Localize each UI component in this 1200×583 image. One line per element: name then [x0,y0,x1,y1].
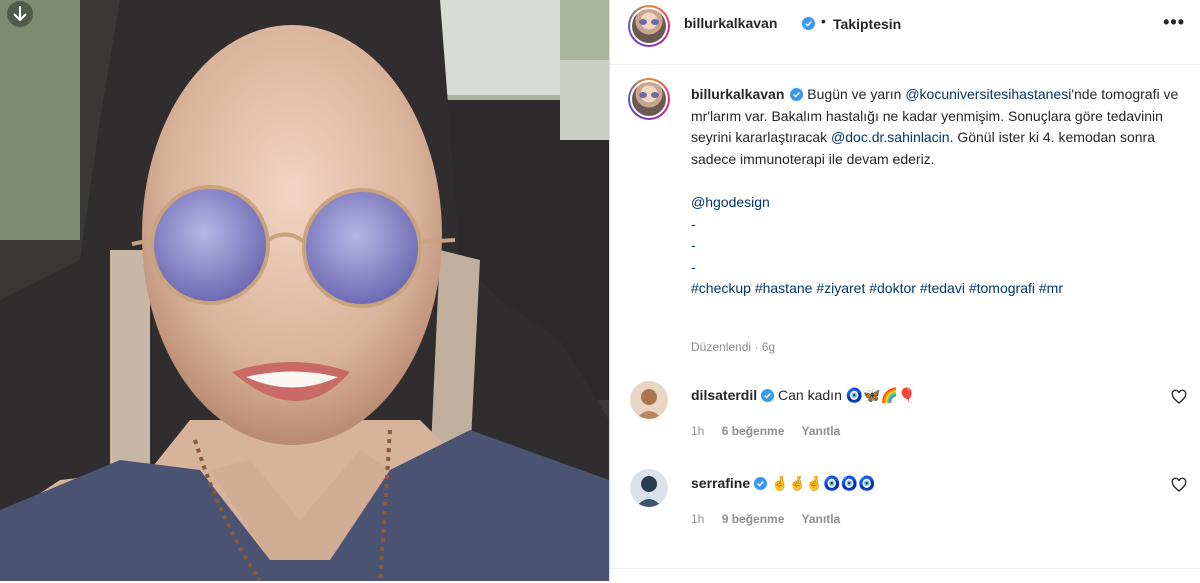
verified-badge-icon [790,88,804,101]
comment-emojis: 🧿🦋🌈🎈 [845,387,916,403]
comment-meta: 1h 9 beğenme Yanıtla [691,512,854,526]
reply-button[interactable]: Yanıtla [802,512,841,526]
commenter-username[interactable]: dilsaterdil [691,387,757,403]
mention-link[interactable]: @kocuniversitesihastanesi [905,86,1071,102]
hashtags-link[interactable]: #checkup #hastane #ziyaret #doktor #teda… [691,278,1181,300]
comment-time: 1h [691,424,705,438]
mention-link[interactable]: @hgodesign [691,192,1181,214]
heart-icon[interactable] [1171,389,1187,405]
edited-timestamp: Düzenlendi · 6g [691,340,776,354]
comment-emojis: 🤞🤞🤞🧿🧿🧿 [771,475,876,491]
caption-username[interactable]: billurkalkavan [691,86,784,102]
caption-dash: - [691,237,696,253]
comment-body: serrafine 🤞🤞🤞🧿🧿🧿 [691,475,876,492]
post-panel: billurkalkavan • Takiptesin ••• billurka… [609,0,1200,581]
commenter-username[interactable]: serrafine [691,475,750,491]
verified-badge-icon [761,389,775,402]
heart-icon[interactable] [1171,477,1187,493]
follow-status-button[interactable]: Takiptesin [833,16,901,32]
caption-part: Bugün ve yarın [807,86,906,102]
comment-text: Can kadın [778,387,842,403]
caption-dash: - [691,258,696,275]
post-image[interactable] [0,0,609,581]
comment-item: serrafine 🤞🤞🤞🧿🧿🧿 1h 9 beğenme Yanıtla [610,466,1200,536]
comment-body: dilsaterdil Can kadın 🧿🦋🌈🎈 [691,387,915,404]
comment-time: 1h [691,512,705,526]
commenter-avatar[interactable] [630,469,668,507]
caption-avatar[interactable] [628,78,670,120]
author-username[interactable]: billurkalkavan [684,15,777,31]
commenter-avatar[interactable] [630,381,668,419]
reply-button[interactable]: Yanıtla [802,424,841,438]
header-separator: • [821,13,826,29]
author-avatar[interactable] [628,5,670,47]
caption-dash: - [691,215,696,232]
verified-badge-icon [802,17,815,30]
verified-badge-icon [754,477,768,490]
caption-text: billurkalkavan Bugün ve yarın @kocuniver… [691,84,1181,300]
comment-likes[interactable]: 9 beğenme [722,512,785,526]
comment-meta: 1h 6 beğenme Yanıtla [691,424,854,438]
comment-likes[interactable]: 6 beğenme [722,424,785,438]
mention-link[interactable]: @doc.dr.sahinlacin [831,129,950,145]
comment-item: dilsaterdil Can kadın 🧿🦋🌈🎈 1h 6 beğenme … [610,378,1200,448]
selfie-photo [0,0,609,581]
more-options-icon[interactable]: ••• [1163,12,1185,33]
post-header: billurkalkavan • Takiptesin ••• [610,0,1200,65]
